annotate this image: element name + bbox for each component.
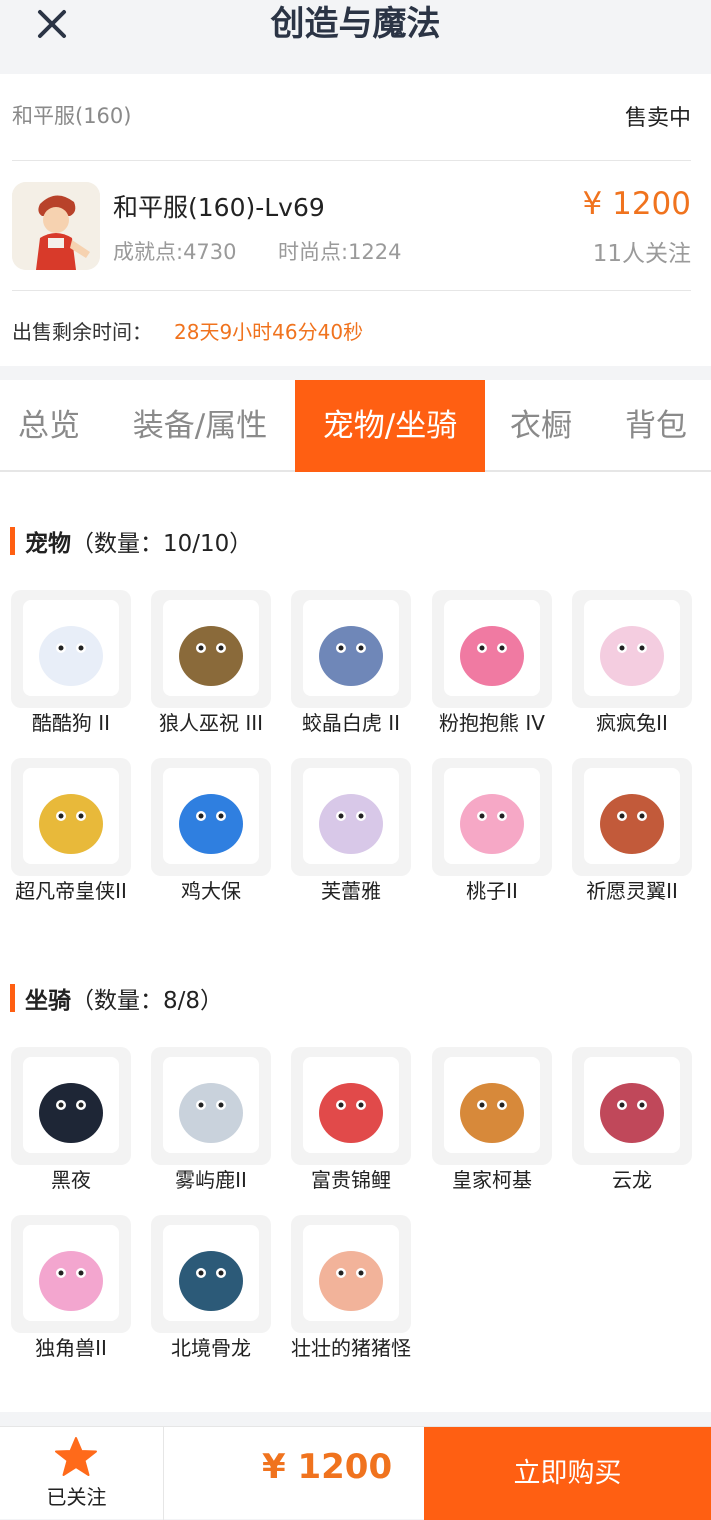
mount-image [572,1047,692,1165]
mount-image [151,1215,271,1333]
mount-image [291,1047,411,1165]
pet-image [11,590,131,708]
mounts-count: （数量：8/8） [71,988,224,1014]
page-title: 创造与魔法 [270,4,441,44]
tab-bag[interactable]: 背包 [608,380,704,472]
tab-bar: 总览 装备/属性 宠物/坐骑 衣橱 背包 [0,380,711,472]
mount-name: 黑夜 [51,1168,91,1192]
pet-image [291,590,411,708]
tab-wardrobe[interactable]: 衣橱 [495,380,587,472]
pet-image [572,758,692,876]
pet-name: 芙蕾雅 [321,879,381,903]
pet-name: 酷酷狗 II [31,711,111,735]
mount-image [432,1047,552,1165]
tab-overview[interactable]: 总览 [0,380,98,472]
pets-section-title: 宠物（数量：10/10） [25,524,252,558]
pet-name: 粉抱抱熊 IV [439,711,545,735]
mount-name: 独角兽II [35,1336,107,1360]
divider [163,1427,164,1520]
pet-image [151,590,271,708]
section-marker [10,527,15,555]
pet-name: 祈愿灵翼II [586,879,678,903]
pet-name: 狼人巫祝 III [158,711,264,735]
character-name: 和平服(160)-Lv69 [113,193,325,222]
mount-name: 北境骨龙 [171,1336,251,1360]
pet-name: 超凡帝皇侠II [15,879,127,903]
divider [12,290,691,291]
top-bar: 创造与魔法 [0,0,711,74]
mount-name: 云龙 [612,1168,652,1192]
mounts-section-title: 坐骑（数量：8/8） [25,981,223,1015]
pets-count: （数量：10/10） [71,531,253,557]
pet-image [432,758,552,876]
mount-image [291,1215,411,1333]
pet-image [291,758,411,876]
listing-price: ¥ 1200 [582,186,691,222]
tab-equipment[interactable]: 装备/属性 [120,380,280,472]
pet-image [572,590,692,708]
bottom-action-bar: 已关注 ¥ 1200 立即购买 [0,1426,711,1520]
tab-pets-mounts[interactable]: 宠物/坐骑 [295,380,485,472]
mount-image [11,1047,131,1165]
mount-image [151,1047,271,1165]
pets-title: 宠物 [25,531,71,557]
buy-now-button[interactable]: 立即购买 [424,1427,711,1520]
mount-name: 皇家柯基 [452,1168,532,1192]
achievement-points: 成就点:4730 [113,240,237,264]
remaining-time-value: 28天9小时46分40秒 [174,320,364,344]
follow-button[interactable]: 已关注 [0,1427,163,1520]
sale-status: 售卖中 [624,106,691,131]
mount-name: 壮壮的猪猪怪 [291,1336,411,1360]
pet-name: 鸡大保 [181,879,241,903]
mount-image [11,1215,131,1333]
remaining-time-label: 出售剩余时间： [12,320,152,344]
mount-name: 富贵锦鲤 [311,1168,391,1192]
server-name: 和平服(160) [12,104,132,128]
pet-image [11,758,131,876]
follower-count: 11人关注 [592,241,691,267]
pet-name: 桃子II [466,879,518,903]
bottom-price: ¥ 1200 [262,1447,393,1487]
pet-image [432,590,552,708]
pet-name: 疯疯兔II [596,711,668,735]
mount-name: 雾屿鹿II [175,1168,247,1192]
star-icon [55,1437,97,1476]
fashion-points: 时尚点:1224 [278,240,402,264]
pet-name: 蛟晶白虎 II [301,711,401,735]
divider [12,160,691,161]
section-marker [10,984,15,1012]
character-avatar [12,182,100,270]
mounts-title: 坐骑 [25,988,71,1014]
follow-label: 已关注 [46,1485,107,1509]
pet-image [151,758,271,876]
